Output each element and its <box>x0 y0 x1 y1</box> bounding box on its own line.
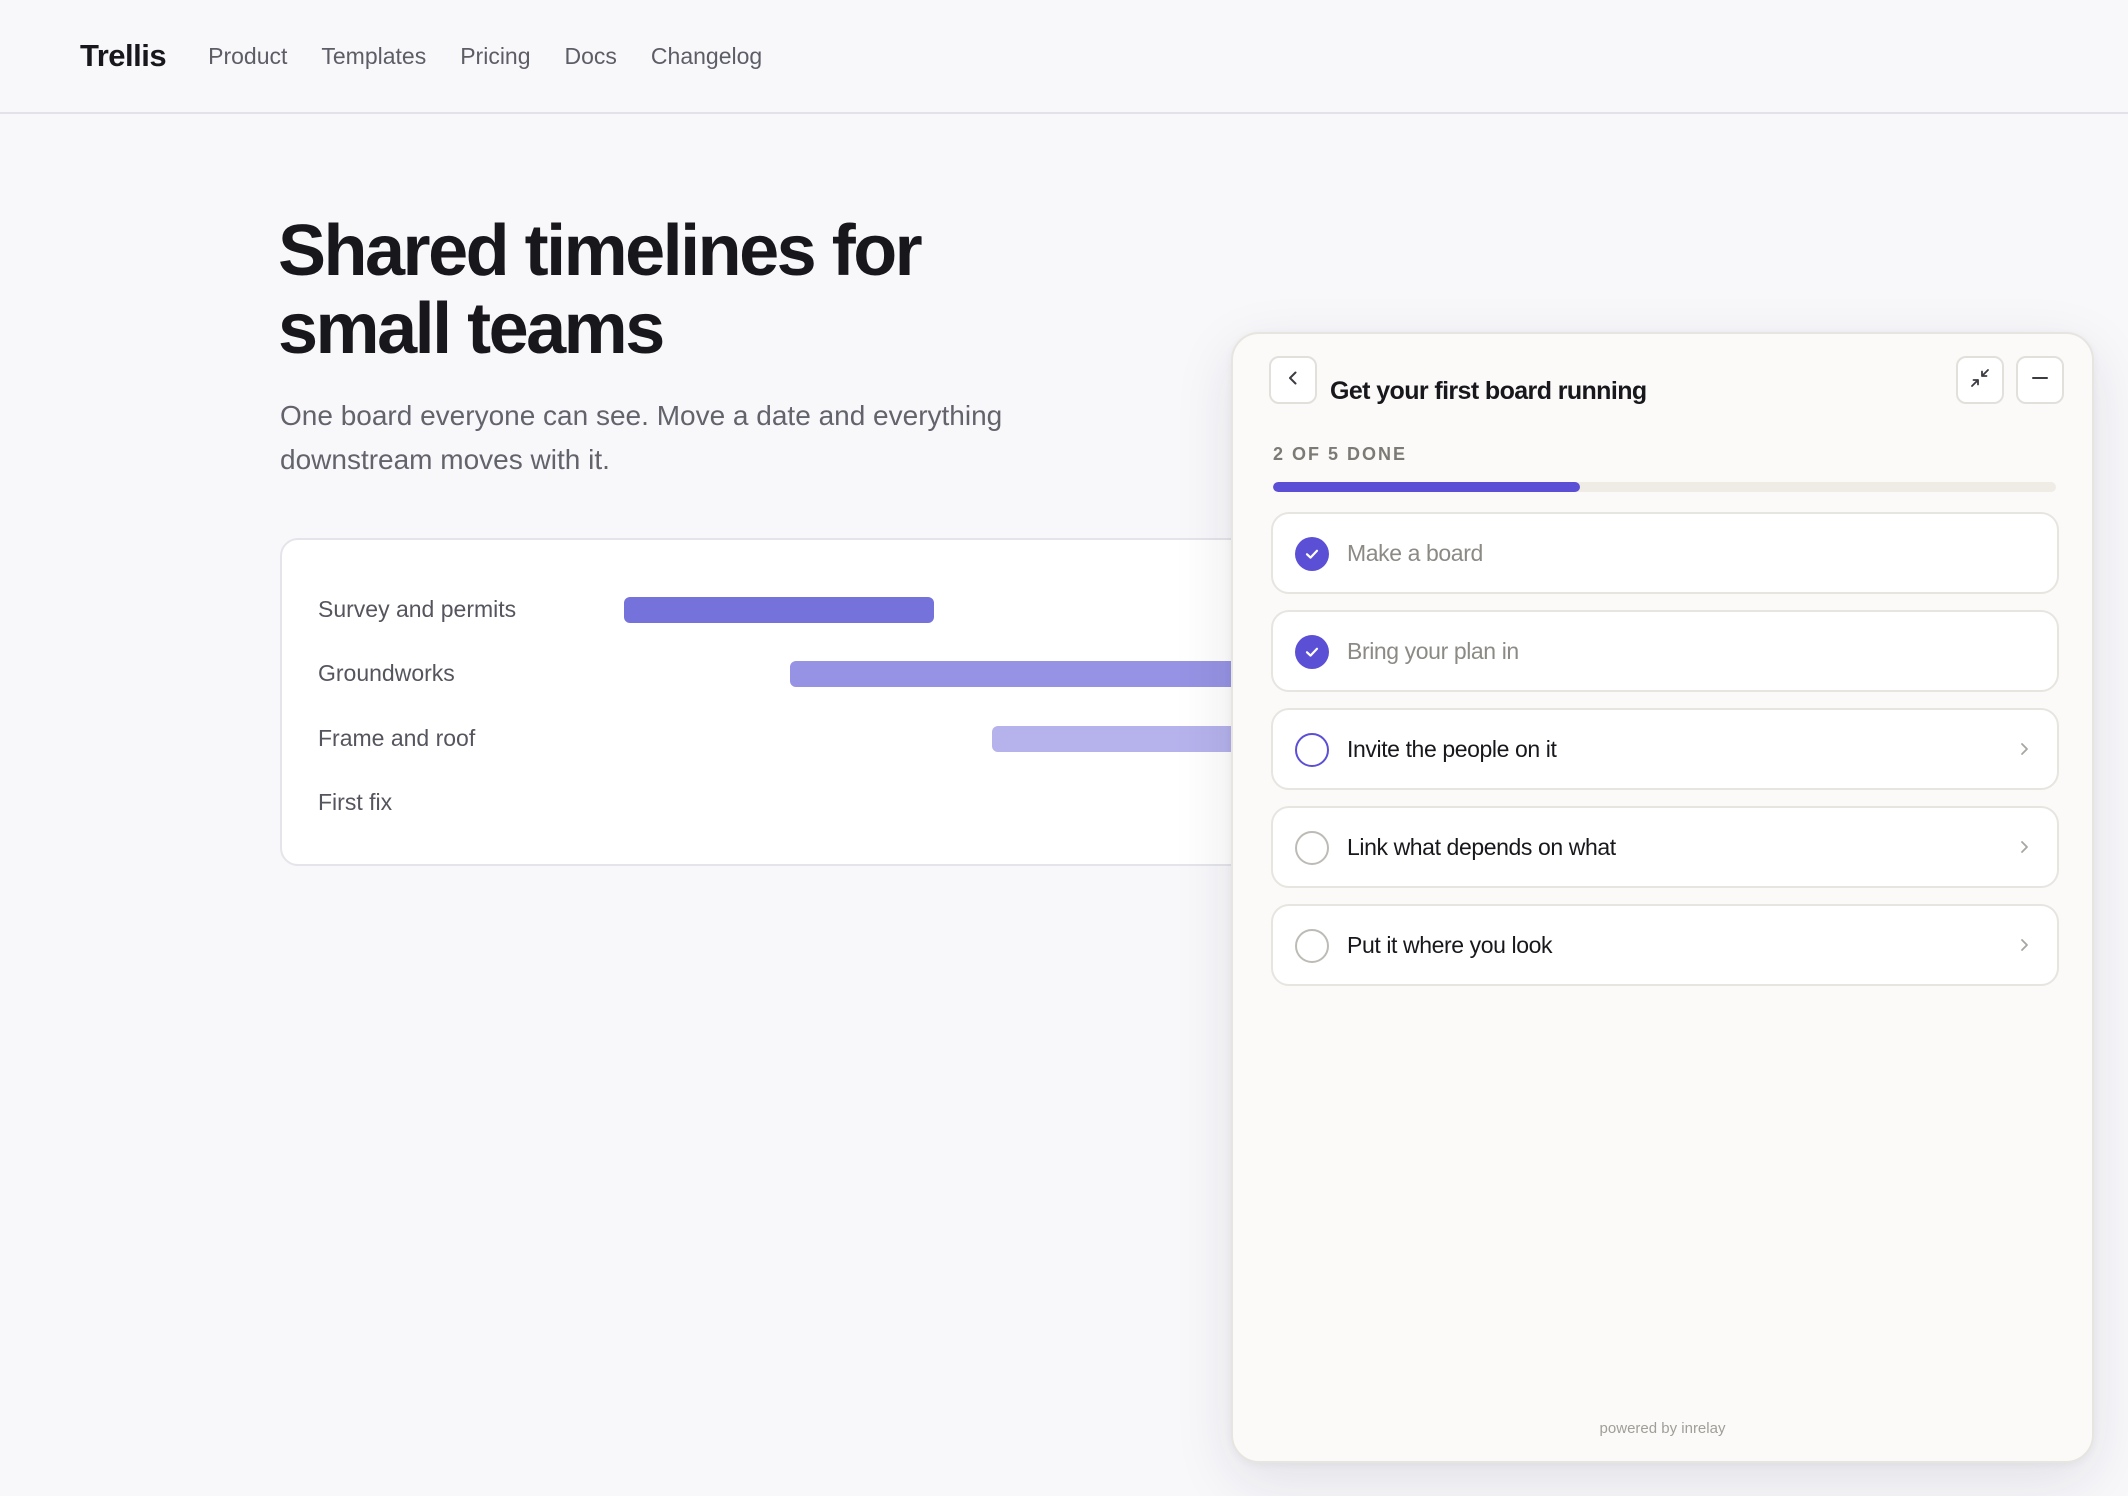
empty-circle-icon <box>1295 733 1329 767</box>
panel-title: Get your first board running <box>1330 377 1647 405</box>
check-circle-icon <box>1295 635 1329 669</box>
empty-circle-icon <box>1295 831 1329 865</box>
powered-by-footer[interactable]: powered by inrelay <box>1233 1420 2092 1437</box>
hero-title: Shared timelines for small teams <box>278 212 1138 368</box>
nav-link-pricing[interactable]: Pricing <box>460 43 530 70</box>
timeline-bar-survey[interactable] <box>624 597 934 623</box>
step-bring-your-plan-in[interactable]: Bring your plan in <box>1271 610 2059 692</box>
step-link-dependencies[interactable]: Link what depends on what <box>1271 806 2059 888</box>
onboarding-panel: Get your first board running 2 OF 5 DONE… <box>1231 332 2094 1463</box>
nav-link-changelog[interactable]: Changelog <box>651 43 762 70</box>
progress-bar-fill <box>1273 482 1580 492</box>
step-invite-people[interactable]: Invite the people on it <box>1271 708 2059 790</box>
progress-bar <box>1273 482 2056 492</box>
nav-link-product[interactable]: Product <box>208 43 287 70</box>
step-make-a-board[interactable]: Make a board <box>1271 512 2059 594</box>
check-circle-icon <box>1295 537 1329 571</box>
timeline-row-label: Groundworks <box>318 660 455 686</box>
timeline-preview: Survey and permits Groundworks Frame and… <box>280 538 1312 866</box>
back-button[interactable] <box>1269 356 1317 404</box>
step-label: Link what depends on what <box>1347 834 1616 860</box>
top-nav: Trellis Product Templates Pricing Docs C… <box>0 0 2128 114</box>
nav-link-docs[interactable]: Docs <box>565 43 617 70</box>
collapse-button[interactable] <box>1956 356 2004 404</box>
step-label: Make a board <box>1347 540 1483 566</box>
timeline-row: Frame and roof <box>282 723 1312 753</box>
hero-title-line-1: Shared timelines for <box>278 211 923 291</box>
step-label: Put it where you look <box>1347 932 1553 958</box>
timeline-row: First fix <box>282 787 1298 817</box>
timeline-row: Groundworks <box>282 658 1310 688</box>
chevron-left-icon <box>1284 369 1302 392</box>
timeline-row: Survey and permits <box>282 594 1298 624</box>
collapse-arrows-icon <box>1969 367 1991 394</box>
step-label: Invite the people on it <box>1347 736 1557 762</box>
minimize-button[interactable] <box>2016 356 2064 404</box>
timeline-row-label: Survey and permits <box>318 596 517 622</box>
minus-icon <box>2030 368 2050 393</box>
chevron-right-icon <box>2013 836 2035 858</box>
step-put-it-where-you-look[interactable]: Put it where you look <box>1271 904 2059 986</box>
hero-title-line-2: small teams <box>278 289 665 369</box>
step-label: Bring your plan in <box>1347 638 1519 664</box>
hero-subtitle: One board everyone can see. Move a date … <box>280 400 1003 475</box>
timeline-row-label: Frame and roof <box>318 725 476 751</box>
nav-link-templates[interactable]: Templates <box>321 43 426 70</box>
chevron-right-icon <box>2013 934 2035 956</box>
chevron-right-icon <box>2013 738 2035 760</box>
brand-logo[interactable]: Trellis <box>80 38 167 74</box>
empty-circle-icon <box>1295 929 1329 963</box>
progress-label: 2 OF 5 DONE <box>1273 444 1408 464</box>
timeline-row-label: First fix <box>318 789 393 815</box>
